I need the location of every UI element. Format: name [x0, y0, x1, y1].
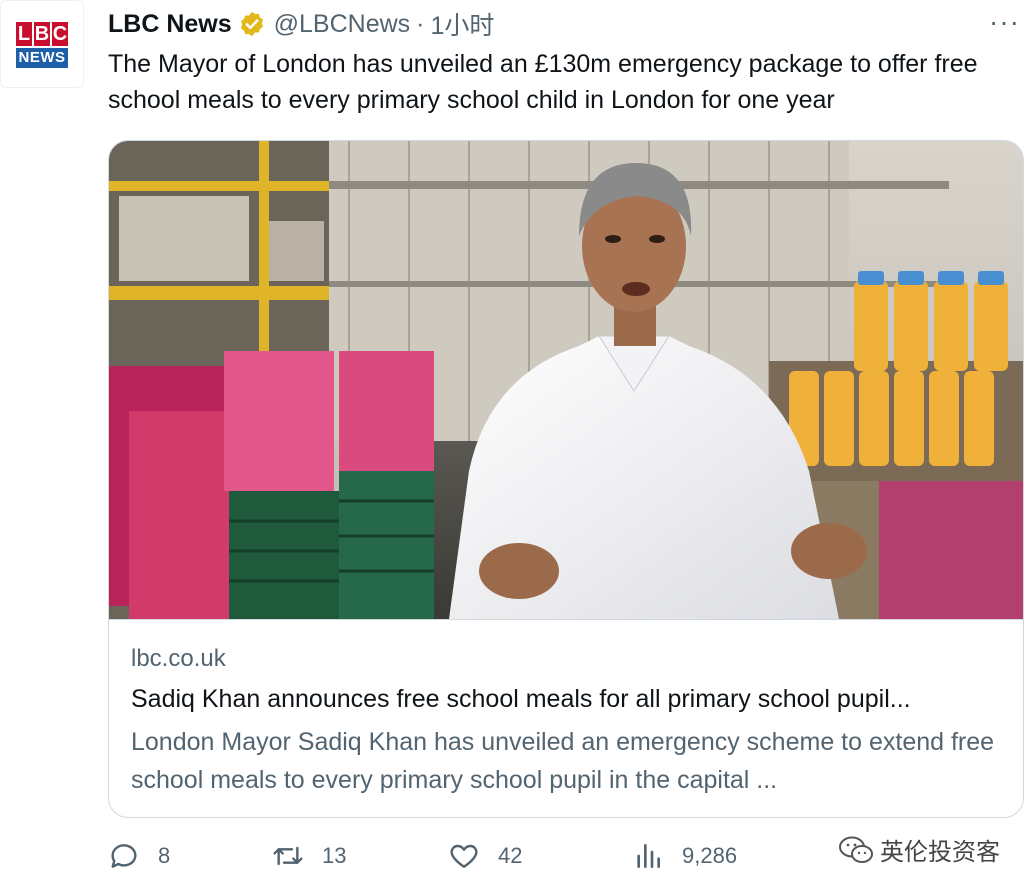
reply-button[interactable]: 8	[108, 836, 170, 876]
card-domain[interactable]: lbc.co.uk	[131, 645, 226, 673]
link-card[interactable]: lbc.co.uk Sadiq Khan announces free scho…	[108, 140, 1024, 818]
views-button[interactable]: 9,286	[632, 836, 737, 876]
tweet-time[interactable]: 1小时	[431, 6, 495, 42]
card-photo-illustration	[109, 141, 1023, 619]
views-count: 9,286	[682, 843, 738, 868]
verified-badge-icon	[238, 10, 266, 38]
watermark-text: 英伦投资客	[880, 839, 1000, 866]
more-options-icon[interactable]: ···	[989, 6, 1020, 38]
retweet-count: 13	[322, 843, 347, 868]
retweet-button[interactable]: 13	[272, 836, 346, 876]
views-chart-icon	[637, 844, 660, 868]
like-count: 42	[498, 843, 523, 868]
tweet-header: LBC News @LBCNews · 1小时	[108, 6, 495, 42]
reply-icon	[111, 844, 137, 868]
card-title[interactable]: Sadiq Khan announces free school meals f…	[131, 685, 1011, 714]
header-separator: ·	[416, 9, 425, 38]
author-name[interactable]: LBC News	[108, 10, 232, 39]
lbc-news-logo: LBC NEWS	[16, 22, 68, 68]
wechat-icon	[839, 836, 873, 863]
tweet: LBC NEWS LBC News @LBCNews · 1小时 ··· The…	[0, 0, 1034, 892]
action-bar: 8 13 42 9,286	[108, 836, 808, 876]
like-button[interactable]: 42	[448, 836, 522, 876]
tweet-text: The Mayor of London has unveiled an £130…	[108, 50, 978, 114]
heart-icon	[450, 844, 478, 868]
avatar[interactable]: LBC NEWS	[0, 0, 84, 88]
card-description[interactable]: London Mayor Sadiq Khan has unveiled an …	[131, 723, 1011, 799]
retweet-icon	[273, 846, 303, 866]
card-image[interactable]	[109, 141, 1023, 620]
author-handle[interactable]: @LBCNews	[274, 10, 411, 39]
wechat-watermark: 英伦投资客	[838, 832, 1000, 867]
reply-count: 8	[158, 843, 171, 868]
